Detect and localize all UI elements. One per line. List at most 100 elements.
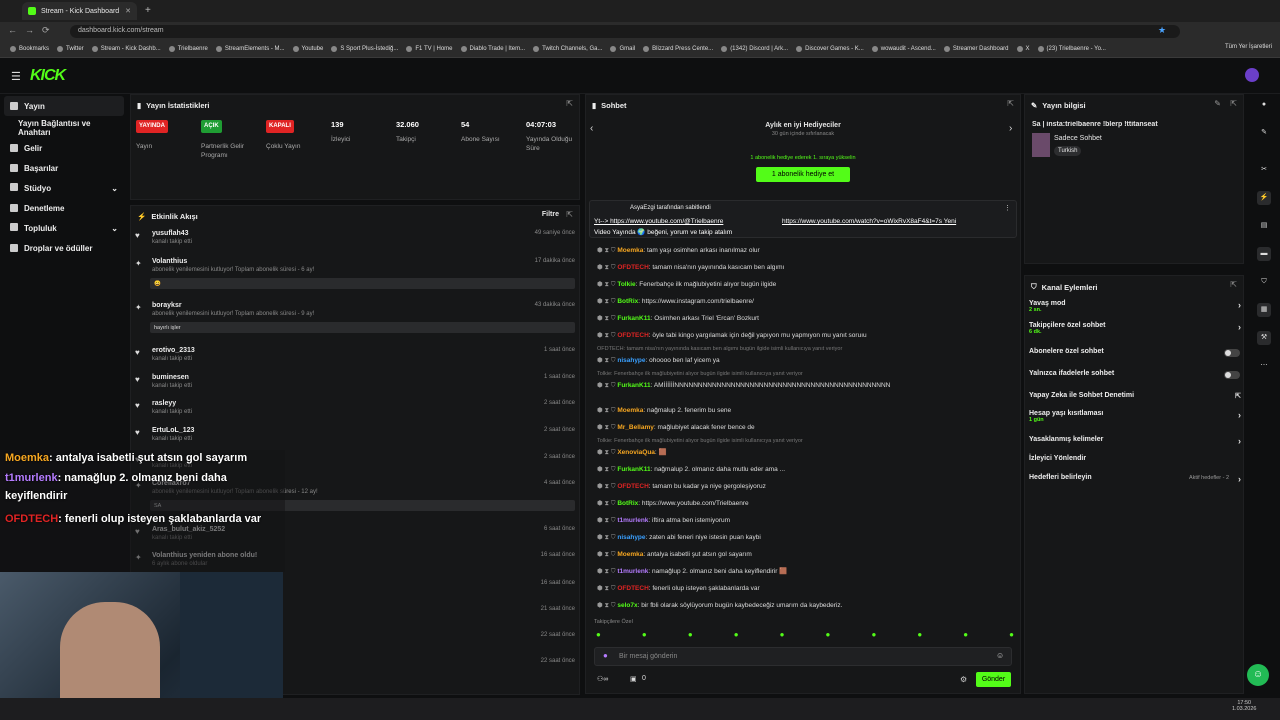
activity-name[interactable]: yusuflah43 [152,230,189,237]
share-rail-icon[interactable]: ⋯ [1257,359,1271,373]
kick-logo[interactable]: KICK [30,67,66,85]
pinned-link-1[interactable]: Yt--> https://www.youtube.com/@Trielbaen… [594,218,723,225]
sidebar-item-droplar[interactable]: Droplar ve ödüller [0,238,128,258]
bookmark-item[interactable]: Twitter [57,45,84,52]
chat-username[interactable]: selo7x [617,602,637,609]
more-icon[interactable]: ⋮ [1004,204,1011,212]
tab-close-icon[interactable]: ✕ [125,7,131,15]
activity-name[interactable]: ErtuLoL_123 [152,427,194,434]
chat-username[interactable]: Moemka [617,551,643,558]
menu-icon[interactable]: ☰ [11,70,21,83]
chat-username[interactable]: BotRix [617,298,638,305]
popout-icon[interactable]: ⇱ [1007,99,1014,108]
url-field[interactable]: dashboard.kick.com/stream [70,25,1180,38]
bookmark-item[interactable]: Discover Games - K... [796,45,864,52]
chat-username[interactable]: nisahype [617,534,645,541]
bookmark-item[interactable]: StreamElements - M... [215,45,285,52]
bookmark-item[interactable]: X [1016,45,1030,52]
channel-action-item[interactable]: İzleyici Yönlendir [1029,455,1241,462]
channel-action-item[interactable]: Yavaş mod 2 sn. › [1029,300,1241,313]
activity-name[interactable]: borayksr [152,302,182,309]
stack-rail-icon[interactable]: ▦ [1257,303,1271,317]
chat-username[interactable]: FurkanK11 [617,382,650,389]
popout-icon[interactable]: ⇱ [1230,99,1237,108]
all-bookmarks[interactable]: Tüm Yer İşaretleri [1225,44,1272,50]
bookmark-item[interactable]: Youtube [292,45,323,52]
new-tab-icon[interactable]: + [145,5,151,16]
chat-username[interactable]: OFDTECH [617,332,648,339]
send-button[interactable]: Gönder [976,672,1011,687]
bookmark-item[interactable]: Streamer Dashboard [943,45,1009,52]
sidebar-item-gelir[interactable]: Gelir [0,138,128,158]
clip-rail-icon[interactable]: ✂ [1257,163,1271,177]
chat-username[interactable]: Moemka [617,407,643,414]
chat-username[interactable]: Tolkie [617,281,635,288]
channel-action-item[interactable]: Yasaklanmış kelimeler › [1029,436,1241,446]
star-icon[interactable]: ★ [1158,25,1166,36]
doc-rail-icon[interactable]: ▤ [1257,219,1271,233]
activity-name[interactable]: Volanthius [152,258,187,265]
bookmark-item[interactable]: wowaudit - Ascend... [871,45,936,52]
bookmark-item[interactable]: (23) Trielbaenre - Yo... [1037,45,1106,52]
sidebar-item-basarilar[interactable]: Başarılar [0,158,128,178]
bookmark-item[interactable]: Diablo Trade | Item... [460,45,525,52]
bookmark-item[interactable]: Gmail [610,45,635,52]
chat-username[interactable]: nisahype [617,357,645,364]
next-arrow-icon[interactable]: › [1009,123,1012,134]
info-rail-icon[interactable]: ● [1257,98,1271,112]
shield-rail-icon[interactable]: ⛉ [1257,275,1271,289]
bookmark-item[interactable]: S Sport Plus-İstediğ... [331,45,398,52]
bookmark-item[interactable]: Trielbaenre [168,45,208,52]
prev-arrow-icon[interactable]: ‹ [590,123,593,134]
bolt-rail-icon[interactable]: ⚡ [1257,191,1271,205]
chat-username[interactable]: FurkanK11 [617,315,650,322]
emote-bar[interactable]: ● ● ● ● ● ● ● ● ● ● [596,630,1014,642]
channel-action-item[interactable]: Yalnızca ifadelerle sohbet [1029,370,1241,377]
popout-icon[interactable]: ⇱ [566,210,573,219]
chat-username[interactable]: OFDTECH [617,585,648,592]
activity-name[interactable]: buminesen [152,374,189,381]
bookmark-item[interactable]: Stream - Kick Dashb... [91,45,161,52]
sidebar-item-studyo[interactable]: Stüdyo ⌄ [0,178,128,198]
bookmark-item[interactable]: (1342) Discord | Ark... [721,45,788,52]
chat-username[interactable]: Mr_Bellamy [617,424,654,431]
edit-icon[interactable]: ✎ [1214,99,1221,108]
channel-action-item[interactable]: Hedefleri belirleyin Aktif hedefler - 2 › [1029,474,1241,484]
settings-gear-icon[interactable]: ⚙ [960,675,967,684]
chat-username[interactable]: BotRix [617,500,638,507]
toggle-switch[interactable] [1224,371,1240,379]
avatar[interactable] [1245,68,1259,82]
chat-username[interactable]: XenoviaQua [617,449,655,456]
chat-username[interactable]: t1murlenk [617,568,648,575]
pencil-rail-icon[interactable]: ✎ [1257,126,1271,140]
bookmark-item[interactable]: Bookmarks [10,45,49,52]
chat-username[interactable]: OFDTECH [617,264,648,271]
popout-icon[interactable]: ⇱ [566,99,573,108]
chat-username[interactable]: Moemka [617,247,643,254]
help-bubble-icon[interactable]: ☺ [1247,664,1269,686]
bookmark-item[interactable]: Twitch Channels, Ga... [533,45,602,52]
activity-name[interactable]: rasleyy [152,400,176,407]
emoji-icon[interactable]: ☺ [996,651,1004,660]
gift-sub-button[interactable]: 1 abonelik hediye et [756,167,850,182]
bookmark-item[interactable]: F1 TV | Home [406,45,453,52]
sidebar-item-yayin[interactable]: Yayın [4,96,124,116]
sidebar-item-stream-key[interactable]: Yayın Bağlantısı ve Anahtarı [0,118,128,138]
bookmark-item[interactable]: Blizzard Press Cente... [643,45,713,52]
filter-button[interactable]: Filtre [542,211,559,218]
hammer-rail-icon[interactable]: ⚒ [1257,331,1271,345]
channel-action-item[interactable]: Hesap yaşı kısıtlaması 1 gün › [1029,410,1241,423]
nav-buttons-icon[interactable]: ←→⟳ [8,25,58,36]
sidebar-item-topluluk[interactable]: Topluluk ⌄ [0,218,128,238]
channel-action-item[interactable]: Abonelere özel sohbet [1029,348,1241,355]
chat-username[interactable]: FurkanK11 [617,466,650,473]
channel-action-item[interactable]: Yapay Zeka ile Sohbet Denetimi ⇱ [1029,392,1241,400]
mic-icon[interactable]: ● [603,651,608,660]
chat-username[interactable]: t1murlenk [617,517,648,524]
channel-action-item[interactable]: Takipçilere özel sohbet 6 dk. › [1029,322,1241,335]
popout-icon[interactable]: ⇱ [1230,280,1237,289]
toggle-switch[interactable] [1224,349,1240,357]
pinned-link-2[interactable]: https://www.youtube.com/watch?v=oWixRvX8… [782,218,956,225]
activity-name[interactable]: erotivo_2313 [152,347,195,354]
chat-rail-icon[interactable]: ▬ [1257,247,1271,261]
